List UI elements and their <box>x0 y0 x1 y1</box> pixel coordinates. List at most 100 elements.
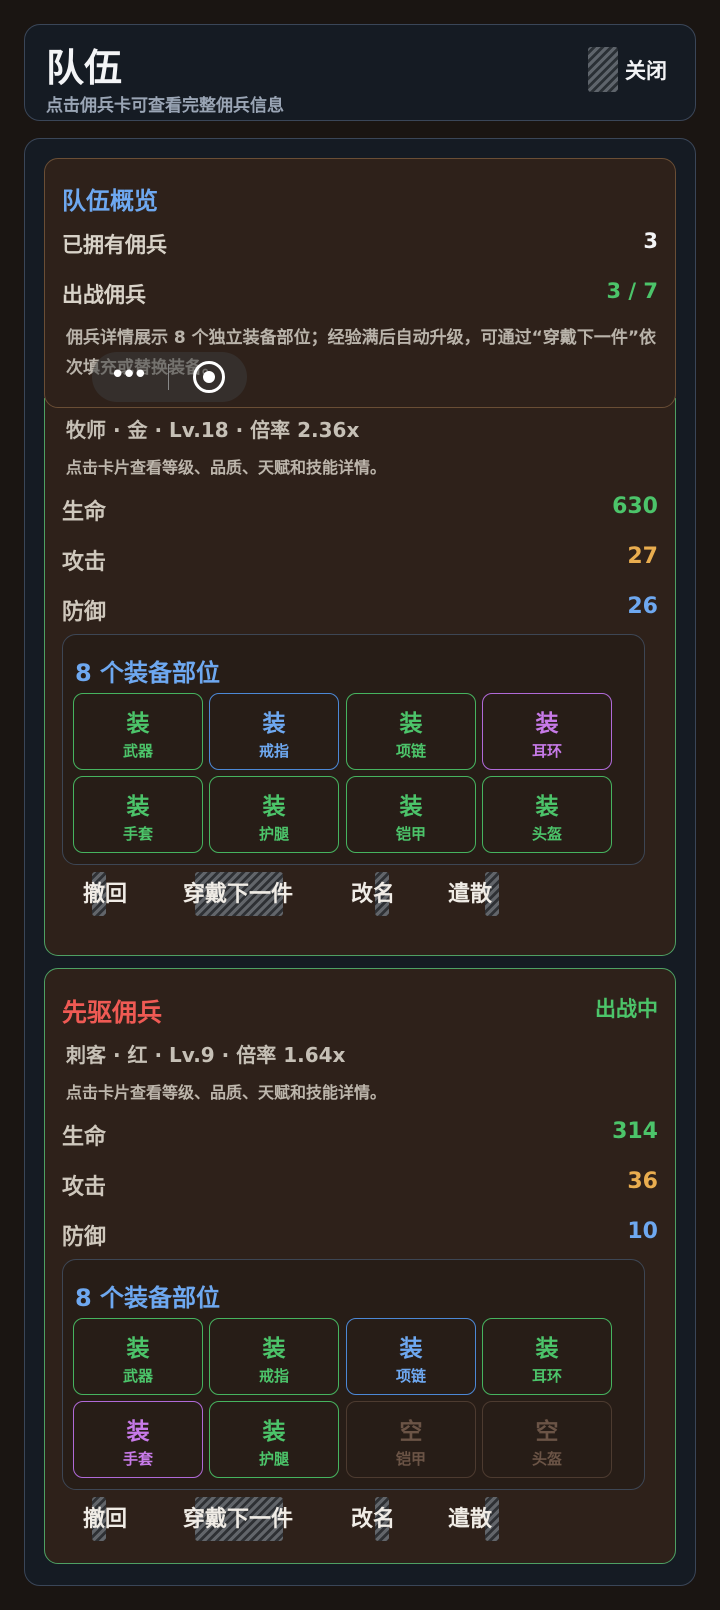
equip-slot-4[interactable]: 装手套 <box>73 1401 203 1478</box>
stat-defense: 防御 10 <box>62 1219 658 1251</box>
slot-label: 护腿 <box>258 825 289 843</box>
close-button-texture <box>588 47 618 92</box>
stat-attack: 攻击 27 <box>62 544 658 576</box>
slot-status: 装 <box>399 711 423 737</box>
slot-label: 戒指 <box>258 1367 289 1385</box>
owned-label: 已拥有佣兵 <box>62 233 167 257</box>
slot-status: 装 <box>262 711 286 737</box>
equip-slot-3[interactable]: 装耳环 <box>482 1318 612 1395</box>
mercenary-hint: 点击卡片查看等级、品质、天赋和技能详情。 <box>66 1083 387 1102</box>
equip-slot-5[interactable]: 装护腿 <box>209 776 339 853</box>
equip-next-button[interactable]: 穿戴下一件 <box>183 876 293 908</box>
stat-hp: 生命 630 <box>62 494 658 526</box>
slot-label: 铠甲 <box>395 825 426 843</box>
slot-label: 手套 <box>122 825 153 843</box>
slot-status: 装 <box>262 1419 286 1445</box>
deployed-row: 出战佣兵 3 / 7 <box>62 279 658 309</box>
target-icon[interactable] <box>193 361 225 393</box>
slot-status: 装 <box>126 1336 150 1362</box>
slot-label: 项链 <box>395 1367 426 1385</box>
page-title: 队伍 <box>46 46 123 90</box>
slot-status: 空 <box>399 1419 423 1445</box>
slot-status: 装 <box>535 1336 559 1362</box>
slot-status: 装 <box>399 1336 423 1362</box>
equipment-grid: 8 个装备部位 装武器装戒指装项链装耳环装手套装护腿装铠甲装头盔 <box>62 634 645 865</box>
slot-status: 装 <box>262 794 286 820</box>
page-subtitle: 点击佣兵卡可查看完整佣兵信息 <box>46 96 284 116</box>
slot-label: 耳环 <box>531 1367 562 1385</box>
defense-value: 10 <box>627 1219 658 1244</box>
equip-next-button[interactable]: 穿戴下一件 <box>183 1501 293 1533</box>
slot-label: 护腿 <box>258 1450 289 1468</box>
slot-label: 武器 <box>122 742 153 760</box>
mercenary-hint: 点击卡片查看等级、品质、天赋和技能详情。 <box>66 458 387 477</box>
equip-slot-3[interactable]: 装耳环 <box>482 693 612 770</box>
equip-slot-0[interactable]: 装武器 <box>73 1318 203 1395</box>
slot-label: 手套 <box>122 1450 153 1468</box>
slot-status: 空 <box>535 1419 559 1445</box>
deployed-value: 3 / 7 <box>606 279 658 303</box>
slot-label: 项链 <box>395 742 426 760</box>
team-header: 队伍 点击佣兵卡可查看完整佣兵信息 关闭 <box>24 24 696 121</box>
overview-title: 队伍概览 <box>62 187 158 215</box>
equipment-title: 8 个装备部位 <box>75 1284 221 1312</box>
slot-label: 武器 <box>122 1367 153 1385</box>
recall-button[interactable]: 撤回 <box>83 876 127 908</box>
slot-status: 装 <box>399 794 423 820</box>
attack-value: 36 <box>627 1169 658 1194</box>
more-dots-icon[interactable]: ••• <box>110 360 148 390</box>
equip-slot-1[interactable]: 装戒指 <box>209 1318 339 1395</box>
hp-label: 生命 <box>62 1125 107 1150</box>
defense-value: 26 <box>627 594 658 619</box>
dismiss-button[interactable]: 遣散 <box>448 876 492 908</box>
attack-label: 攻击 <box>62 1175 107 1200</box>
attack-value: 27 <box>627 544 658 569</box>
slot-status: 装 <box>535 711 559 737</box>
mercenary-card[interactable]: 牧师 · 金 · Lv.18 · 倍率 2.36x 点击卡片查看等级、品质、天赋… <box>44 398 676 956</box>
hp-value: 630 <box>612 494 658 519</box>
capsule-divider <box>168 364 169 390</box>
equip-slot-2[interactable]: 装项链 <box>346 693 476 770</box>
equip-slot-4[interactable]: 装手套 <box>73 776 203 853</box>
owned-row: 已拥有佣兵 3 <box>62 229 658 259</box>
slot-label: 铠甲 <box>395 1450 426 1468</box>
slot-label: 头盔 <box>531 1450 562 1468</box>
mercenary-meta: 牧师 · 金 · Lv.18 · 倍率 2.36x <box>66 418 360 442</box>
slot-label: 戒指 <box>258 742 289 760</box>
rename-button[interactable]: 改名 <box>351 1501 395 1533</box>
card-actions: 撤回 穿戴下一件 改名 遣散 <box>45 1497 675 1541</box>
equipment-title: 8 个装备部位 <box>75 659 221 687</box>
stat-defense: 防御 26 <box>62 594 658 626</box>
hp-label: 生命 <box>62 500 107 525</box>
slot-status: 装 <box>126 711 150 737</box>
deployed-label: 出战佣兵 <box>62 283 146 307</box>
mercenary-card[interactable]: 先驱佣兵 出战中 刺客 · 红 · Lv.9 · 倍率 1.64x 点击卡片查看… <box>44 968 676 1564</box>
slot-status: 装 <box>126 1419 150 1445</box>
slot-status: 装 <box>535 794 559 820</box>
equip-slot-0[interactable]: 装武器 <box>73 693 203 770</box>
status-badge: 出战中 <box>595 997 658 1021</box>
equip-slot-6[interactable]: 空铠甲 <box>346 1401 476 1478</box>
close-button[interactable]: 关闭 <box>625 55 667 85</box>
stat-hp: 生命 314 <box>62 1119 658 1151</box>
owned-value: 3 <box>643 229 658 253</box>
equip-slot-6[interactable]: 装铠甲 <box>346 776 476 853</box>
dismiss-button[interactable]: 遣散 <box>448 1501 492 1533</box>
equip-slot-7[interactable]: 空头盔 <box>482 1401 612 1478</box>
floating-capsule[interactable]: ••• <box>92 352 247 402</box>
slot-label: 头盔 <box>531 825 562 843</box>
mercenary-name: 先驱佣兵 <box>62 998 163 1027</box>
equip-slot-7[interactable]: 装头盔 <box>482 776 612 853</box>
slot-label: 耳环 <box>531 742 562 760</box>
defense-label: 防御 <box>62 600 107 625</box>
recall-button[interactable]: 撤回 <box>83 1501 127 1533</box>
mercenary-meta: 刺客 · 红 · Lv.9 · 倍率 1.64x <box>66 1043 346 1067</box>
hp-value: 314 <box>612 1119 658 1144</box>
equipment-grid: 8 个装备部位 装武器装戒指装项链装耳环装手套装护腿空铠甲空头盔 <box>62 1259 645 1490</box>
attack-label: 攻击 <box>62 550 107 575</box>
slot-status: 装 <box>262 1336 286 1362</box>
rename-button[interactable]: 改名 <box>351 876 395 908</box>
equip-slot-5[interactable]: 装护腿 <box>209 1401 339 1478</box>
equip-slot-1[interactable]: 装戒指 <box>209 693 339 770</box>
equip-slot-2[interactable]: 装项链 <box>346 1318 476 1395</box>
